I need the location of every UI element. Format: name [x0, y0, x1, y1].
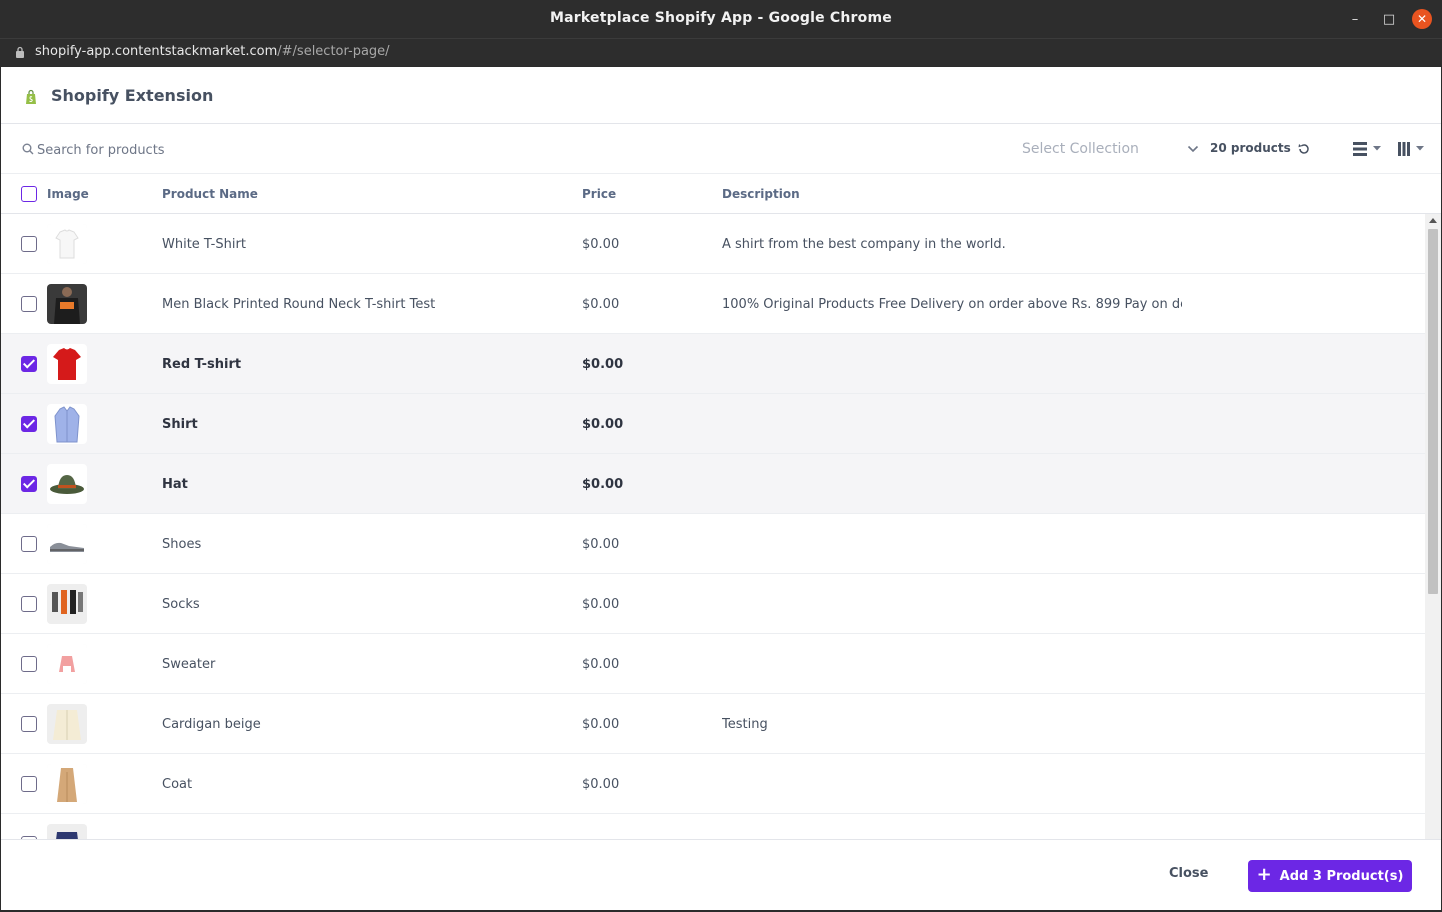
scrollbar[interactable] — [1425, 214, 1441, 839]
product-description: A shirt from the best company in the wor… — [722, 237, 1006, 252]
scroll-up-arrow[interactable] — [1429, 218, 1437, 223]
product-name: Coat — [162, 777, 193, 792]
product-description: 100% Original Products Free Delivery on … — [722, 297, 1182, 312]
header-description[interactable]: Description — [722, 187, 800, 201]
sweater-image — [47, 644, 87, 684]
header-price[interactable]: Price — [582, 187, 616, 201]
row-checkbox[interactable] — [21, 716, 37, 732]
table-row[interactable]: Socks $0.00 — [1, 574, 1425, 634]
lock-icon — [16, 46, 24, 58]
minimize-icon[interactable]: – — [1345, 9, 1365, 29]
shopify-logo-icon — [26, 89, 36, 104]
product-name: Cardigan beige — [162, 717, 261, 732]
table-row[interactable]: Hat $0.00 — [1, 454, 1425, 514]
product-price: $0.00 — [582, 357, 624, 372]
collection-select[interactable]: Select Collection — [1021, 137, 1201, 161]
table-row[interactable]: Coat $0.00 — [1, 754, 1425, 814]
white-tshirt-image — [47, 224, 87, 264]
app-header: Shopify Extension — [1, 67, 1441, 124]
search-input[interactable] — [37, 139, 437, 161]
app-title: Shopify Extension — [51, 86, 214, 105]
product-name: Red T-shirt — [162, 357, 242, 372]
plus-icon: + — [1256, 864, 1272, 885]
close-window-icon[interactable]: ✕ — [1412, 9, 1432, 29]
table-body: White T-Shirt $0.00 A shirt from the best … — [1, 214, 1425, 839]
search-icon — [22, 143, 34, 155]
shirt-image — [47, 404, 87, 444]
table-row[interactable]: White T-Shirt $0.00 A shirt from the best … — [1, 214, 1425, 274]
product-name: Shoes — [162, 537, 202, 552]
table-row[interactable]: Red T-shirt $0.00 — [1, 334, 1425, 394]
product-description: Testing — [722, 717, 768, 732]
add-products-button[interactable]: + Add 3 Product(s) — [1248, 860, 1412, 892]
header-product-name[interactable]: Product Name — [162, 187, 258, 201]
product-count: 20 products — [1210, 141, 1291, 155]
toolbar: Select Collection 20 products — [1, 124, 1441, 174]
row-checkbox[interactable] — [21, 596, 37, 612]
product-price: $0.00 — [582, 297, 620, 312]
black-tshirt-image — [47, 284, 87, 324]
row-checkbox[interactable] — [21, 416, 37, 432]
table-row[interactable]: Shoes $0.00 — [1, 514, 1425, 574]
row-checkbox[interactable] — [21, 236, 37, 252]
product-price: $0.00 — [582, 477, 624, 492]
window-titlebar: Marketplace Shopify App - Google Chrome … — [0, 0, 1442, 38]
footer: Close + Add 3 Product(s) — [1, 839, 1441, 910]
row-checkbox[interactable] — [21, 356, 37, 372]
product-price: $0.00 — [582, 417, 624, 432]
row-checkbox[interactable] — [21, 776, 37, 792]
product-name: White T-Shirt — [162, 237, 246, 252]
product-name: Sweater — [162, 657, 216, 672]
url-path: /#/selector-page/ — [277, 44, 390, 59]
scrollbar-thumb[interactable] — [1428, 229, 1438, 594]
red-tshirt-image — [47, 344, 87, 384]
coat-image — [47, 764, 87, 804]
shoes-image — [47, 524, 87, 564]
window-title: Marketplace Shopify App - Google Chrome — [550, 10, 892, 26]
address-bar[interactable]: shopify-app.contentstackmarket.com/#/sel… — [0, 38, 1442, 66]
product-price: $0.00 — [582, 597, 620, 612]
cardigan-image — [47, 704, 87, 744]
socks-image — [47, 584, 87, 624]
row-checkbox[interactable] — [21, 536, 37, 552]
product-name: Shirt — [162, 417, 198, 432]
row-checkbox[interactable] — [21, 656, 37, 672]
product-name: Men Black Printed Round Neck T-shirt Tes… — [162, 297, 436, 312]
product-price: $0.00 — [582, 537, 620, 552]
table-row[interactable]: Shirt $0.00 — [1, 394, 1425, 454]
table-header: Image Product Name Price Description — [1, 174, 1441, 214]
url-host: shopify-app.contentstackmarket.com — [35, 44, 278, 59]
product-name: Hat — [162, 477, 188, 492]
product-name: Socks — [162, 597, 200, 612]
table-row[interactable]: Men Black Printed Round Neck T-shirt Tes… — [1, 274, 1425, 334]
row-checkbox[interactable] — [21, 296, 37, 312]
url-text[interactable]: shopify-app.contentstackmarket.com/#/sel… — [35, 44, 390, 59]
hat-image — [47, 464, 87, 504]
select-all-checkbox[interactable] — [21, 186, 37, 202]
table-row[interactable]: Sweater $0.00 — [1, 634, 1425, 694]
product-price: $0.00 — [582, 657, 620, 672]
product-price: $0.00 — [582, 777, 620, 792]
table-row[interactable]: Cardigan beige $0.00 Testing — [1, 694, 1425, 754]
refresh-icon[interactable] — [1297, 142, 1311, 156]
product-price: $0.00 — [582, 717, 620, 732]
close-button[interactable]: Close — [1169, 866, 1208, 881]
header-image[interactable]: Image — [47, 187, 89, 201]
columns-icon[interactable] — [1398, 141, 1426, 157]
chevron-down-icon — [1187, 145, 1199, 153]
product-price: $0.00 — [582, 237, 620, 252]
table-row[interactable] — [1, 814, 1425, 839]
page: Shopify Extension Select Collection 20 p… — [1, 67, 1441, 910]
add-products-label: Add 3 Product(s) — [1279, 868, 1404, 884]
maximize-icon[interactable]: □ — [1379, 9, 1399, 29]
row-checkbox[interactable] — [21, 476, 37, 492]
jacket-image — [47, 824, 87, 839]
row-density-icon[interactable] — [1353, 141, 1383, 157]
collection-placeholder: Select Collection — [1022, 141, 1139, 157]
